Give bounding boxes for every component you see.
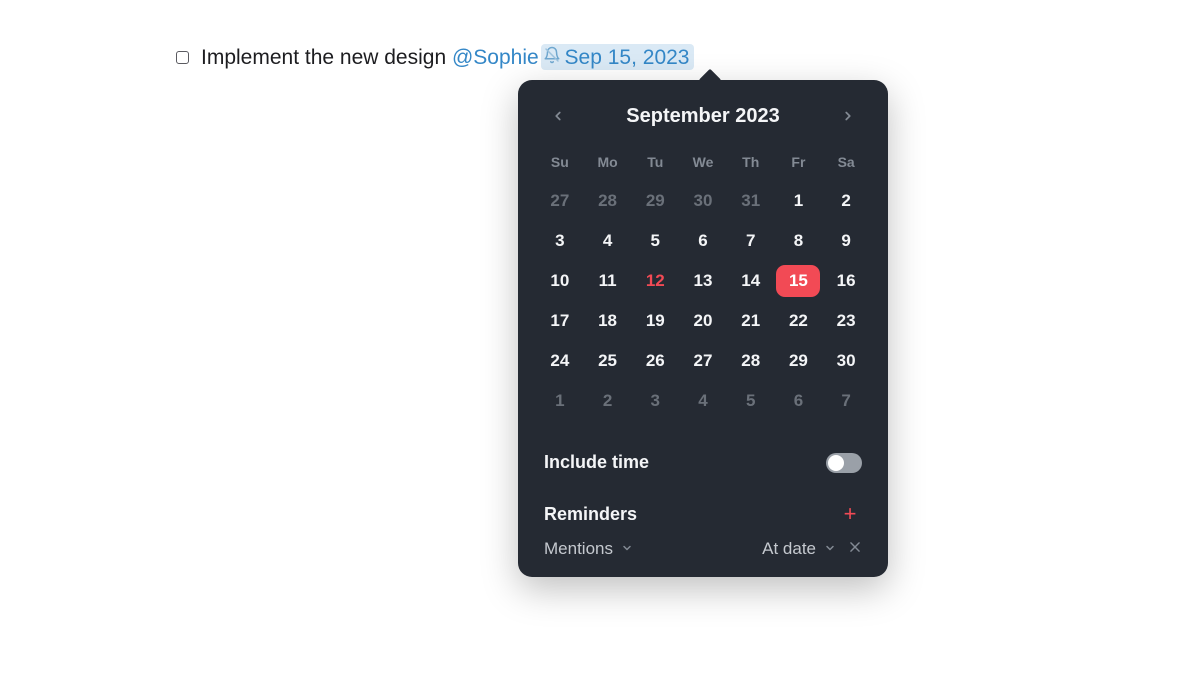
calendar-day[interactable]: 19 bbox=[633, 305, 677, 337]
weekday-label: Su bbox=[536, 148, 584, 178]
calendar-header: September 2023 bbox=[518, 80, 888, 140]
calendar-day[interactable]: 30 bbox=[681, 185, 725, 217]
task-title[interactable]: Implement the new design bbox=[201, 46, 446, 69]
calendar-day[interactable]: 27 bbox=[681, 345, 725, 377]
include-time-section: Include time bbox=[518, 432, 888, 473]
calendar-day[interactable]: 25 bbox=[586, 345, 630, 377]
calendar-day[interactable]: 22 bbox=[776, 305, 820, 337]
include-time-toggle[interactable] bbox=[826, 453, 862, 473]
reminder-recipients-value: Mentions bbox=[544, 539, 613, 559]
calendar-day[interactable]: 18 bbox=[586, 305, 630, 337]
calendar-day[interactable]: 27 bbox=[538, 185, 582, 217]
calendar-day[interactable]: 12 bbox=[633, 265, 677, 297]
calendar-day[interactable]: 1 bbox=[776, 185, 820, 217]
reminders-section: Reminders + bbox=[518, 473, 888, 525]
calendar-day[interactable]: 4 bbox=[681, 385, 725, 417]
task-mention[interactable]: @Sophie bbox=[452, 46, 539, 69]
calendar-day[interactable]: 28 bbox=[586, 185, 630, 217]
calendar-day[interactable]: 5 bbox=[729, 385, 773, 417]
add-reminder-button[interactable]: + bbox=[838, 503, 862, 525]
calendar-day[interactable]: 30 bbox=[824, 345, 868, 377]
calendar-day[interactable]: 10 bbox=[538, 265, 582, 297]
weekday-label: We bbox=[679, 148, 727, 178]
calendar-day[interactable]: 2 bbox=[824, 185, 868, 217]
calendar-day[interactable]: 2 bbox=[586, 385, 630, 417]
reminder-timing-dropdown[interactable]: At date bbox=[762, 539, 836, 559]
task-date-chip[interactable]: Sep 15, 2023 bbox=[541, 44, 694, 70]
weekday-label: Sa bbox=[822, 148, 870, 178]
calendar-day[interactable]: 21 bbox=[729, 305, 773, 337]
calendar-day[interactable]: 16 bbox=[824, 265, 868, 297]
calendar-day[interactable]: 15 bbox=[776, 265, 820, 297]
reminder-row: Mentions At date bbox=[518, 525, 888, 559]
calendar-day[interactable]: 17 bbox=[538, 305, 582, 337]
reminder-recipients-dropdown[interactable]: Mentions bbox=[544, 539, 633, 559]
calendar-day[interactable]: 28 bbox=[729, 345, 773, 377]
calendar-title: September 2023 bbox=[626, 105, 779, 128]
toggle-knob bbox=[828, 455, 844, 471]
calendar-day[interactable]: 7 bbox=[824, 385, 868, 417]
calendar-day[interactable]: 14 bbox=[729, 265, 773, 297]
calendar-day[interactable]: 20 bbox=[681, 305, 725, 337]
calendar-day[interactable]: 24 bbox=[538, 345, 582, 377]
date-picker-popover: September 2023 SuMoTuWeThFrSa27282930311… bbox=[518, 80, 888, 577]
calendar-day[interactable]: 3 bbox=[538, 225, 582, 257]
weekday-label: Th bbox=[727, 148, 775, 178]
calendar-day[interactable]: 26 bbox=[633, 345, 677, 377]
calendar-day[interactable]: 9 bbox=[824, 225, 868, 257]
weekday-label: Mo bbox=[584, 148, 632, 178]
task-text: Implement the new design @Sophie Sep 15,… bbox=[201, 44, 694, 70]
reminders-label: Reminders bbox=[544, 504, 637, 525]
chevron-down-icon bbox=[824, 539, 836, 559]
calendar-day[interactable]: 7 bbox=[729, 225, 773, 257]
calendar-day[interactable]: 29 bbox=[776, 345, 820, 377]
weekday-label: Tu bbox=[631, 148, 679, 178]
calendar-day[interactable]: 8 bbox=[776, 225, 820, 257]
prev-month-button[interactable] bbox=[544, 102, 572, 130]
calendar-day[interactable]: 5 bbox=[633, 225, 677, 257]
calendar-grid: SuMoTuWeThFrSa27282930311234567891011121… bbox=[518, 140, 888, 432]
calendar-day[interactable]: 3 bbox=[633, 385, 677, 417]
chevron-down-icon bbox=[621, 539, 633, 559]
calendar-day[interactable]: 11 bbox=[586, 265, 630, 297]
task-checkbox[interactable] bbox=[176, 51, 189, 64]
calendar-day[interactable]: 4 bbox=[586, 225, 630, 257]
calendar-day[interactable]: 13 bbox=[681, 265, 725, 297]
calendar-day[interactable]: 6 bbox=[681, 225, 725, 257]
calendar-day[interactable]: 29 bbox=[633, 185, 677, 217]
reminder-timing-value: At date bbox=[762, 539, 816, 559]
task-row: Implement the new design @Sophie Sep 15,… bbox=[176, 44, 694, 70]
calendar-day[interactable]: 31 bbox=[729, 185, 773, 217]
remove-reminder-button[interactable] bbox=[848, 539, 862, 559]
calendar-day[interactable]: 1 bbox=[538, 385, 582, 417]
calendar-day[interactable]: 6 bbox=[776, 385, 820, 417]
calendar-day[interactable]: 23 bbox=[824, 305, 868, 337]
weekday-label: Fr bbox=[775, 148, 823, 178]
next-month-button[interactable] bbox=[834, 102, 862, 130]
bell-icon bbox=[543, 46, 561, 68]
task-date-label: Sep 15, 2023 bbox=[565, 47, 690, 68]
include-time-label: Include time bbox=[544, 452, 649, 473]
